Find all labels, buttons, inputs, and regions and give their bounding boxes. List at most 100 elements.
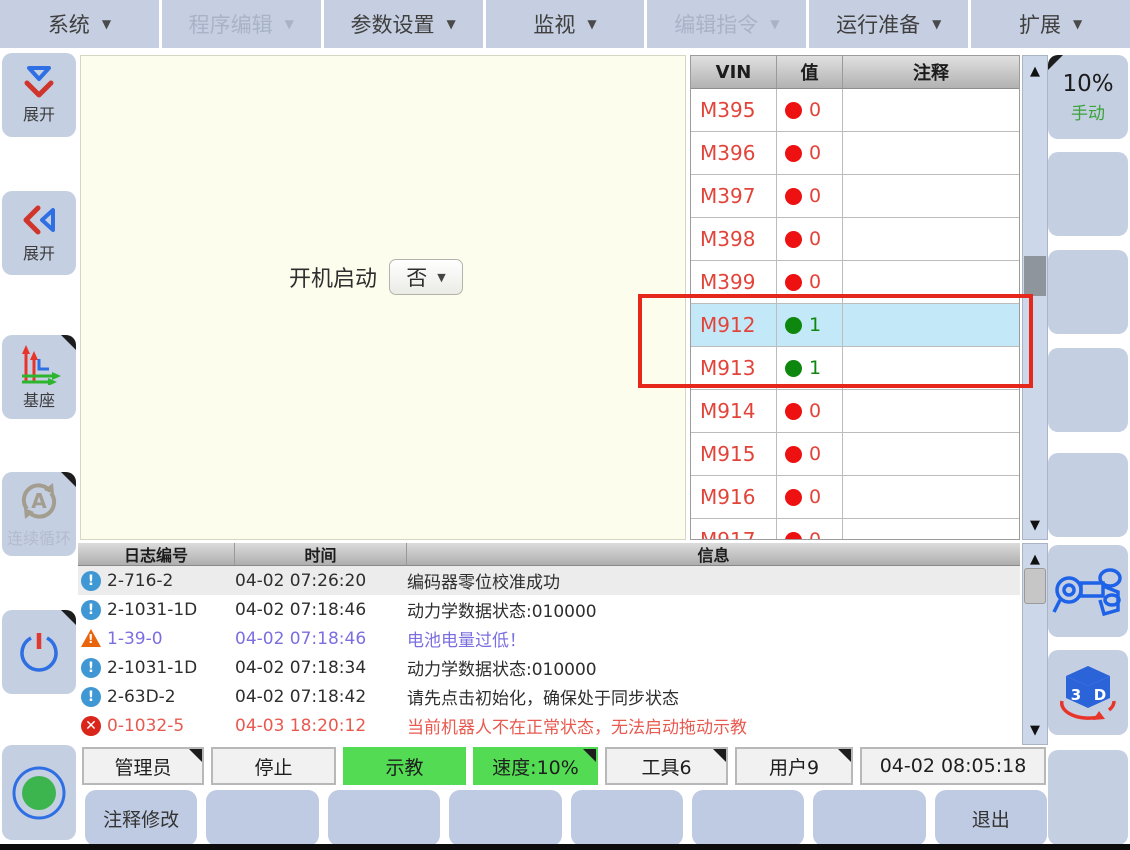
right-function-button-2[interactable] bbox=[1048, 152, 1128, 236]
chevron-down-icon: ▼ bbox=[447, 17, 456, 31]
value-cell: 0 bbox=[777, 132, 843, 174]
speed-mode-button[interactable]: 10% 手动 bbox=[1048, 55, 1128, 139]
corner-marker bbox=[583, 749, 596, 762]
double-chevron-left-icon bbox=[19, 202, 59, 238]
expand-left-button[interactable]: 展开 bbox=[2, 191, 76, 275]
scrollbar-thumb[interactable] bbox=[1024, 256, 1046, 296]
vin-cell: M396 bbox=[691, 132, 777, 174]
menu-item-3[interactable]: 参数设置 ▼ bbox=[324, 0, 483, 48]
fkey-label: 退出 bbox=[972, 805, 1010, 832]
vin-table-row[interactable]: M916 0 bbox=[691, 476, 1019, 519]
base-frame-button[interactable]: 基座 bbox=[2, 335, 76, 419]
expand-down-button[interactable]: 展开 bbox=[2, 53, 76, 137]
3d-view-button[interactable]: 3 D bbox=[1048, 650, 1128, 735]
menu-item-2: 程序编辑▼ bbox=[162, 0, 321, 48]
value-text: 0 bbox=[809, 271, 821, 293]
coordinate-axes-icon bbox=[16, 343, 62, 385]
user-level-cell[interactable]: 管理员 bbox=[82, 747, 204, 785]
fkey-empty-4[interactable] bbox=[449, 790, 561, 846]
scroll-up-icon[interactable]: ▲ bbox=[1023, 552, 1047, 567]
menu-item-7[interactable]: 扩展▼ bbox=[971, 0, 1130, 48]
vin-cell: M398 bbox=[691, 218, 777, 260]
scroll-up-icon[interactable]: ▲ bbox=[1023, 64, 1047, 79]
value-text: 0 bbox=[809, 486, 821, 508]
menu-item-label: 程序编辑 bbox=[189, 9, 273, 39]
vin-table-row[interactable]: M3960 bbox=[691, 132, 1019, 175]
run-state-cell[interactable]: 停止 bbox=[211, 747, 336, 785]
log-time: 04-02 07:18:46 bbox=[235, 600, 407, 620]
log-message: 编码器零位校准成功 bbox=[407, 568, 1020, 593]
column-header-time: 时间 bbox=[235, 543, 407, 565]
top-menu-bar: 系统▼程序编辑▼参数设置▼监视▼编辑指令▼运行准备▼扩展▼ bbox=[0, 0, 1130, 48]
log-scrollbar[interactable]: ▲ ▼ bbox=[1022, 543, 1048, 745]
fkey-empty-5[interactable] bbox=[571, 790, 683, 846]
fkey-empty-3[interactable] bbox=[328, 790, 440, 846]
speed-cell[interactable]: 速度:10% bbox=[473, 747, 598, 785]
right-function-button-5[interactable] bbox=[1048, 453, 1128, 537]
log-row[interactable]: !2-1031-1D04-02 07:18:46动力学数据状态:010000 bbox=[78, 595, 1020, 624]
menu-item-label: 参数设置 bbox=[351, 9, 435, 39]
red-dot-icon bbox=[785, 145, 802, 162]
vin-cell: M914 bbox=[691, 390, 777, 432]
vin-cell: M397 bbox=[691, 175, 777, 217]
tool-cell[interactable]: 工具6 bbox=[605, 747, 728, 785]
vin-table-row[interactable]: M9150 bbox=[691, 433, 1019, 476]
drag-teach-button[interactable] bbox=[1048, 545, 1128, 637]
expand-down-label: 展开 bbox=[23, 101, 55, 125]
fkey-empty-6[interactable] bbox=[692, 790, 804, 846]
boot-startup-dropdown[interactable]: 否 ▼ bbox=[389, 259, 463, 295]
fkey-empty-7[interactable] bbox=[813, 790, 925, 846]
scroll-down-icon[interactable]: ▼ bbox=[1023, 518, 1047, 533]
teach-mode-cell[interactable]: 示教 bbox=[343, 747, 466, 785]
vin-table-row[interactable]: M3970 bbox=[691, 175, 1019, 218]
chevron-down-icon: ▼ bbox=[770, 17, 779, 31]
right-function-button-3[interactable] bbox=[1048, 250, 1128, 334]
log-message: 动力学数据状态:010000 bbox=[407, 597, 1020, 622]
fkey-exit[interactable]: 退出 bbox=[935, 790, 1047, 846]
log-row[interactable]: !2-1031-1D04-02 07:18:34动力学数据状态:010000 bbox=[78, 653, 1020, 682]
continuous-loop-label: 连续循环 bbox=[7, 525, 71, 549]
comment-cell bbox=[843, 218, 1019, 260]
menu-item-6[interactable]: 运行准备▼ bbox=[809, 0, 968, 48]
info-icon: ! bbox=[81, 687, 101, 707]
log-row[interactable]: 1-39-004-02 07:18:46电池电量过低！ bbox=[78, 624, 1020, 653]
right-function-button-4[interactable] bbox=[1048, 348, 1128, 432]
vin-table-row[interactable]: M9140 bbox=[691, 390, 1019, 433]
error-icon: ✕ bbox=[81, 716, 101, 736]
log-time: 04-02 07:18:46 bbox=[235, 629, 407, 649]
scroll-down-icon[interactable]: ▼ bbox=[1023, 723, 1047, 738]
menu-item-1[interactable]: 系统▼ bbox=[0, 0, 159, 48]
fkey-empty-2[interactable] bbox=[206, 790, 318, 846]
log-row[interactable]: ✕0-1032-504-03 18:20:12当前机器人不在正常状态，无法启动拖… bbox=[78, 740, 1020, 745]
log-row[interactable]: !2-716-204-02 07:26:20编码器零位校准成功 bbox=[78, 566, 1020, 595]
vin-cell: M916 bbox=[691, 476, 777, 518]
parameter-panel: 开机启动 否 ▼ bbox=[80, 55, 686, 540]
right-function-button-8[interactable] bbox=[1048, 750, 1128, 845]
chevron-down-icon: ▼ bbox=[437, 271, 445, 284]
menu-item-4[interactable]: 监视▼ bbox=[486, 0, 645, 48]
vin-table-row[interactable]: M9170 bbox=[691, 519, 1019, 540]
red-dot-icon bbox=[785, 102, 802, 119]
log-row[interactable]: !2-63D-204-02 07:18:42请先点击初始化，确保处于同步状态 bbox=[78, 682, 1020, 711]
log-row[interactable]: ✕0-1032-504-03 18:20:12当前机器人不在正常状态，无法启动拖… bbox=[78, 711, 1020, 740]
vin-table-row[interactable]: M3950 bbox=[691, 89, 1019, 132]
chevron-down-icon: ▼ bbox=[932, 17, 941, 31]
fkey-comment-edit[interactable]: 注释修改 bbox=[85, 790, 197, 846]
log-message: 当前机器人不在正常状态，无法启动拖动示教 bbox=[407, 742, 1020, 745]
comment-cell bbox=[843, 175, 1019, 217]
function-key-row: 注释修改 退出 bbox=[85, 790, 1047, 846]
scrollbar-thumb[interactable] bbox=[1024, 568, 1046, 604]
handheld-device-icon bbox=[1052, 562, 1124, 620]
corner-marker bbox=[1048, 55, 1063, 70]
servo-status-button[interactable] bbox=[2, 745, 76, 840]
log-id: 2-1031-1D bbox=[107, 600, 235, 620]
user-frame-cell[interactable]: 用户9 bbox=[735, 747, 853, 785]
corner-marker bbox=[189, 749, 202, 762]
log-id: 2-716-2 bbox=[107, 571, 235, 591]
svg-text:3: 3 bbox=[1071, 686, 1081, 704]
power-button[interactable] bbox=[2, 610, 76, 694]
log-message: 电池电量过低！ bbox=[407, 626, 1020, 651]
red-dot-icon bbox=[785, 489, 802, 506]
vin-table-row[interactable]: M3980 bbox=[691, 218, 1019, 261]
corner-marker bbox=[713, 749, 726, 762]
